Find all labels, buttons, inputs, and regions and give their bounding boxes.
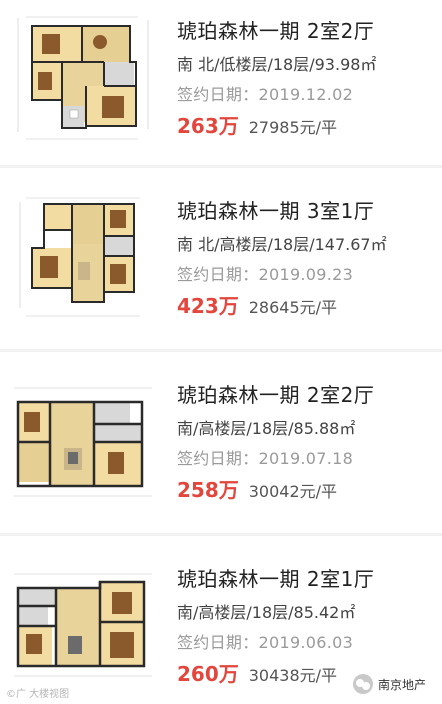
listing-title[interactable]: 琥珀森林一期 3室1厅 [177,198,439,224]
listing-info: 琥珀森林一期 2室1厅 南/高楼层/18层/85.42㎡ 签约日期：2019.0… [177,566,439,688]
floorplan-drawing [17,16,149,140]
listing-sign-date: 签约日期：2019.12.02 [177,85,354,104]
listing-total-price: 258万 [177,478,239,502]
image-watermark: ©广 大楼视图 [6,689,70,700]
floorplan-thumbnail [12,14,155,145]
floorplan-drawing [19,197,140,317]
floorplan-thumbnail [12,192,155,323]
floorplan-drawing [14,573,152,677]
account-name: 南京地产 [377,677,426,692]
listing-card[interactable]: 琥珀森林一期 3室1厅 南 北/高楼层/18层/147.67㎡ 签约日期：201… [0,168,442,333]
listing-price-row: 263万 27985元/平 [177,114,439,140]
listing-meta: 南/高楼层/18层/85.88㎡ [177,419,356,438]
listing-info: 琥珀森林一期 3室1厅 南 北/高楼层/18层/147.67㎡ 签约日期：201… [177,198,439,320]
listing-total-price: 263万 [177,114,239,138]
listing-title[interactable]: 琥珀森林一期 2室1厅 [177,566,439,592]
listing-sign-date: 签约日期：2019.07.18 [177,449,354,468]
listing-title[interactable]: 琥珀森林一期 2室2厅 [177,382,439,408]
listing-total-price: 423万 [177,294,239,318]
floorplan-thumbnail [12,378,155,509]
listing-meta: 南/高楼层/18层/85.42㎡ [177,603,356,622]
listing-unit-price: 30042元/平 [248,482,338,501]
wechat-icon [352,674,373,694]
floorplan-thumbnail [12,562,155,693]
listing-price-row: 423万 28645元/平 [177,294,439,320]
account-badge[interactable]: 南京地产 [348,672,434,696]
listing-meta: 南 北/高楼层/18层/147.67㎡ [177,235,387,254]
listing-info: 琥珀森林一期 2室2厅 南/高楼层/18层/85.88㎡ 签约日期：2019.0… [177,382,439,504]
listing-info: 琥珀森林一期 2室2厅 南 北/低楼层/18层/93.98㎡ 签约日期：2019… [177,18,439,140]
listing-unit-price: 27985元/平 [248,118,338,137]
listing-unit-price: 28645元/平 [248,298,338,317]
listing-card[interactable]: 琥珀森林一期 2室2厅 南 北/低楼层/18层/93.98㎡ 签约日期：2019… [0,0,442,165]
floorplan-drawing [14,387,152,497]
listing-sign-date: 签约日期：2019.06.03 [177,633,354,652]
listing-sign-date: 签约日期：2019.09.23 [177,265,354,284]
listing-meta: 南 北/低楼层/18层/93.98㎡ [177,55,377,74]
listing-total-price: 260万 [177,662,239,686]
listing-unit-price: 30438元/平 [248,666,338,685]
listing-card[interactable]: 琥珀森林一期 2室2厅 南/高楼层/18层/85.88㎡ 签约日期：2019.0… [0,352,442,517]
listing-price-row: 258万 30042元/平 [177,478,439,504]
listing-title[interactable]: 琥珀森林一期 2室2厅 [177,18,439,44]
